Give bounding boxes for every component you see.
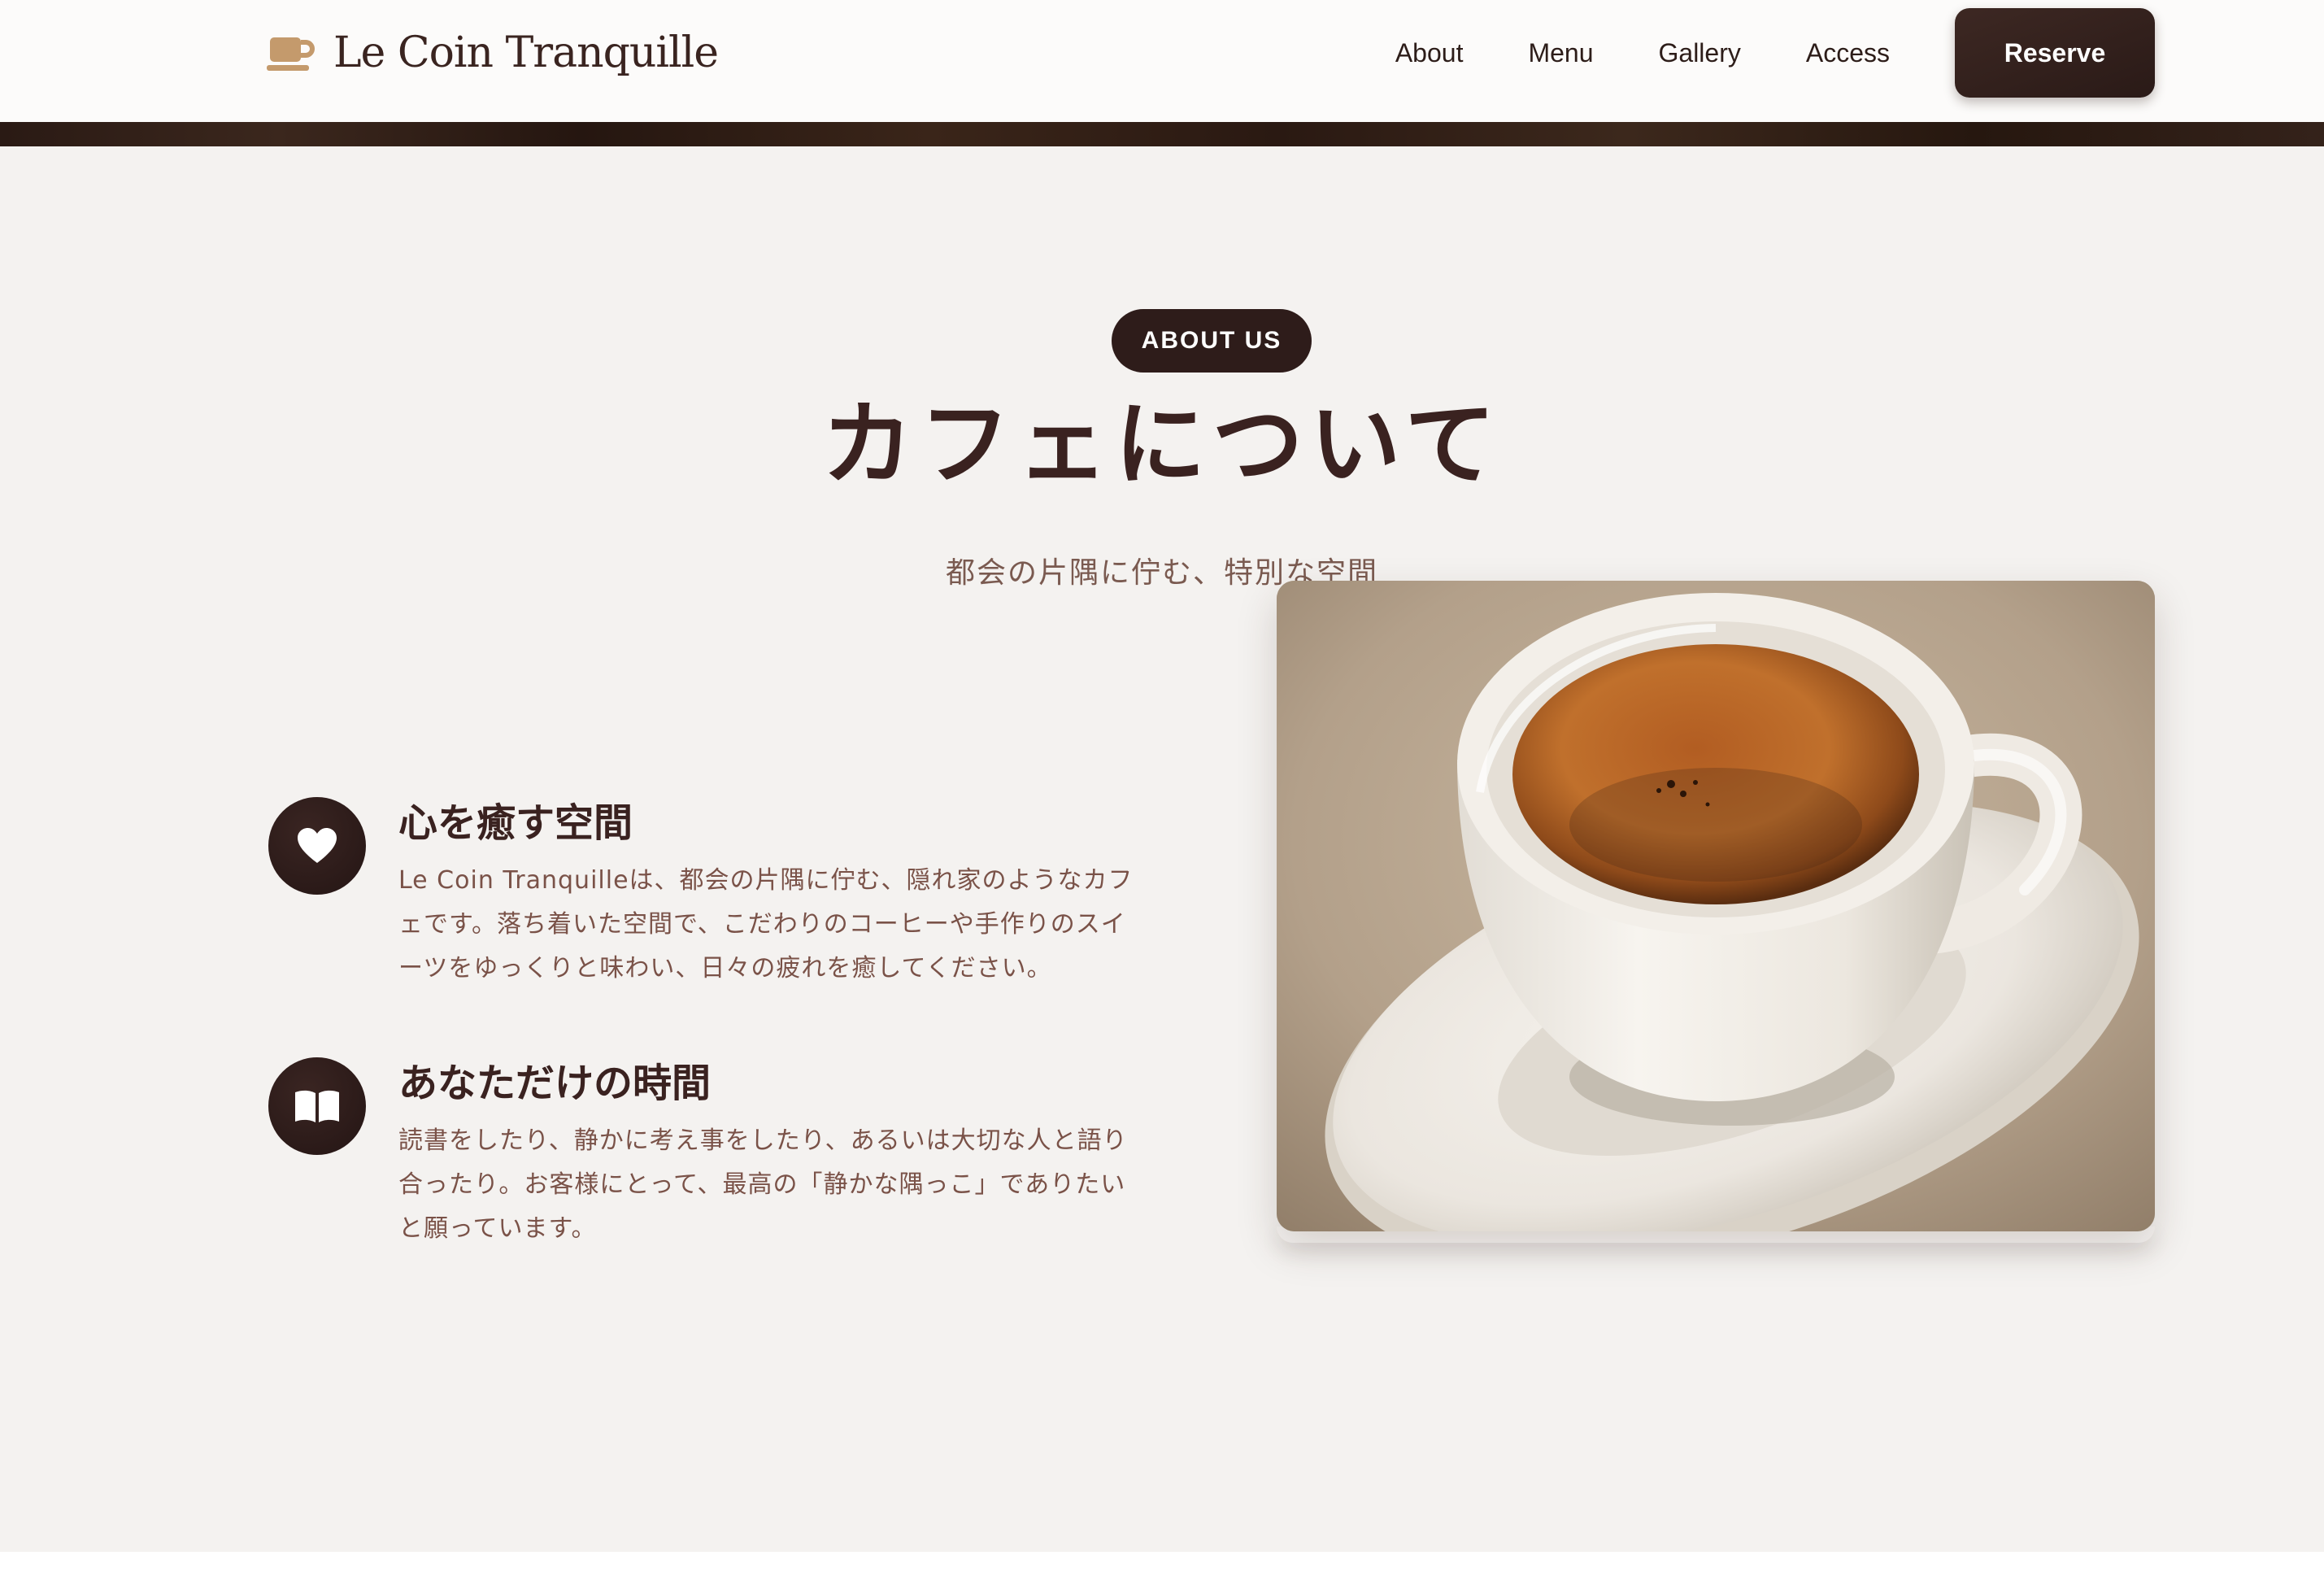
section-title: カフェについて xyxy=(821,391,1503,498)
main-nav: About Menu Gallery Access Reserve xyxy=(1395,8,2155,98)
heart-icon xyxy=(268,797,366,895)
next-section xyxy=(0,1552,2324,1586)
logo[interactable]: Le Coin Tranquille xyxy=(267,24,719,81)
logo-text: Le Coin Tranquille xyxy=(333,28,719,77)
nav-link-menu[interactable]: Menu xyxy=(1528,38,1593,68)
open-book-icon xyxy=(268,1057,366,1155)
about-section: ABOUT US カフェについて 都会の片隅に佇む、特別な空間 心を癒す空間 L… xyxy=(0,146,2324,1552)
reserve-button[interactable]: Reserve xyxy=(1955,8,2155,98)
nav-link-gallery[interactable]: Gallery xyxy=(1659,38,1741,68)
feature-title: あなただけの時間 xyxy=(398,1061,712,1106)
feature-description: Le Coin Tranquilleは、都会の片隅に佇む、隠れ家のようなカフェで… xyxy=(398,866,1134,983)
feature-title: 心を癒す空間 xyxy=(398,800,633,846)
nav-link-about[interactable]: About xyxy=(1395,38,1464,68)
hero-image-edge xyxy=(0,122,2324,146)
feature-description: 読書をしたり、静かに考え事をしたり、あるいは大切な人と語り合ったり。お客様にとっ… xyxy=(398,1126,1128,1243)
espresso-cup-photo xyxy=(1277,581,2155,1231)
nav-link-access[interactable]: Access xyxy=(1806,38,1890,68)
section-badge: ABOUT US xyxy=(1112,309,1312,373)
coffee-cup-icon xyxy=(267,37,315,71)
site-header: Le Coin Tranquille About Menu Gallery Ac… xyxy=(0,0,2324,122)
